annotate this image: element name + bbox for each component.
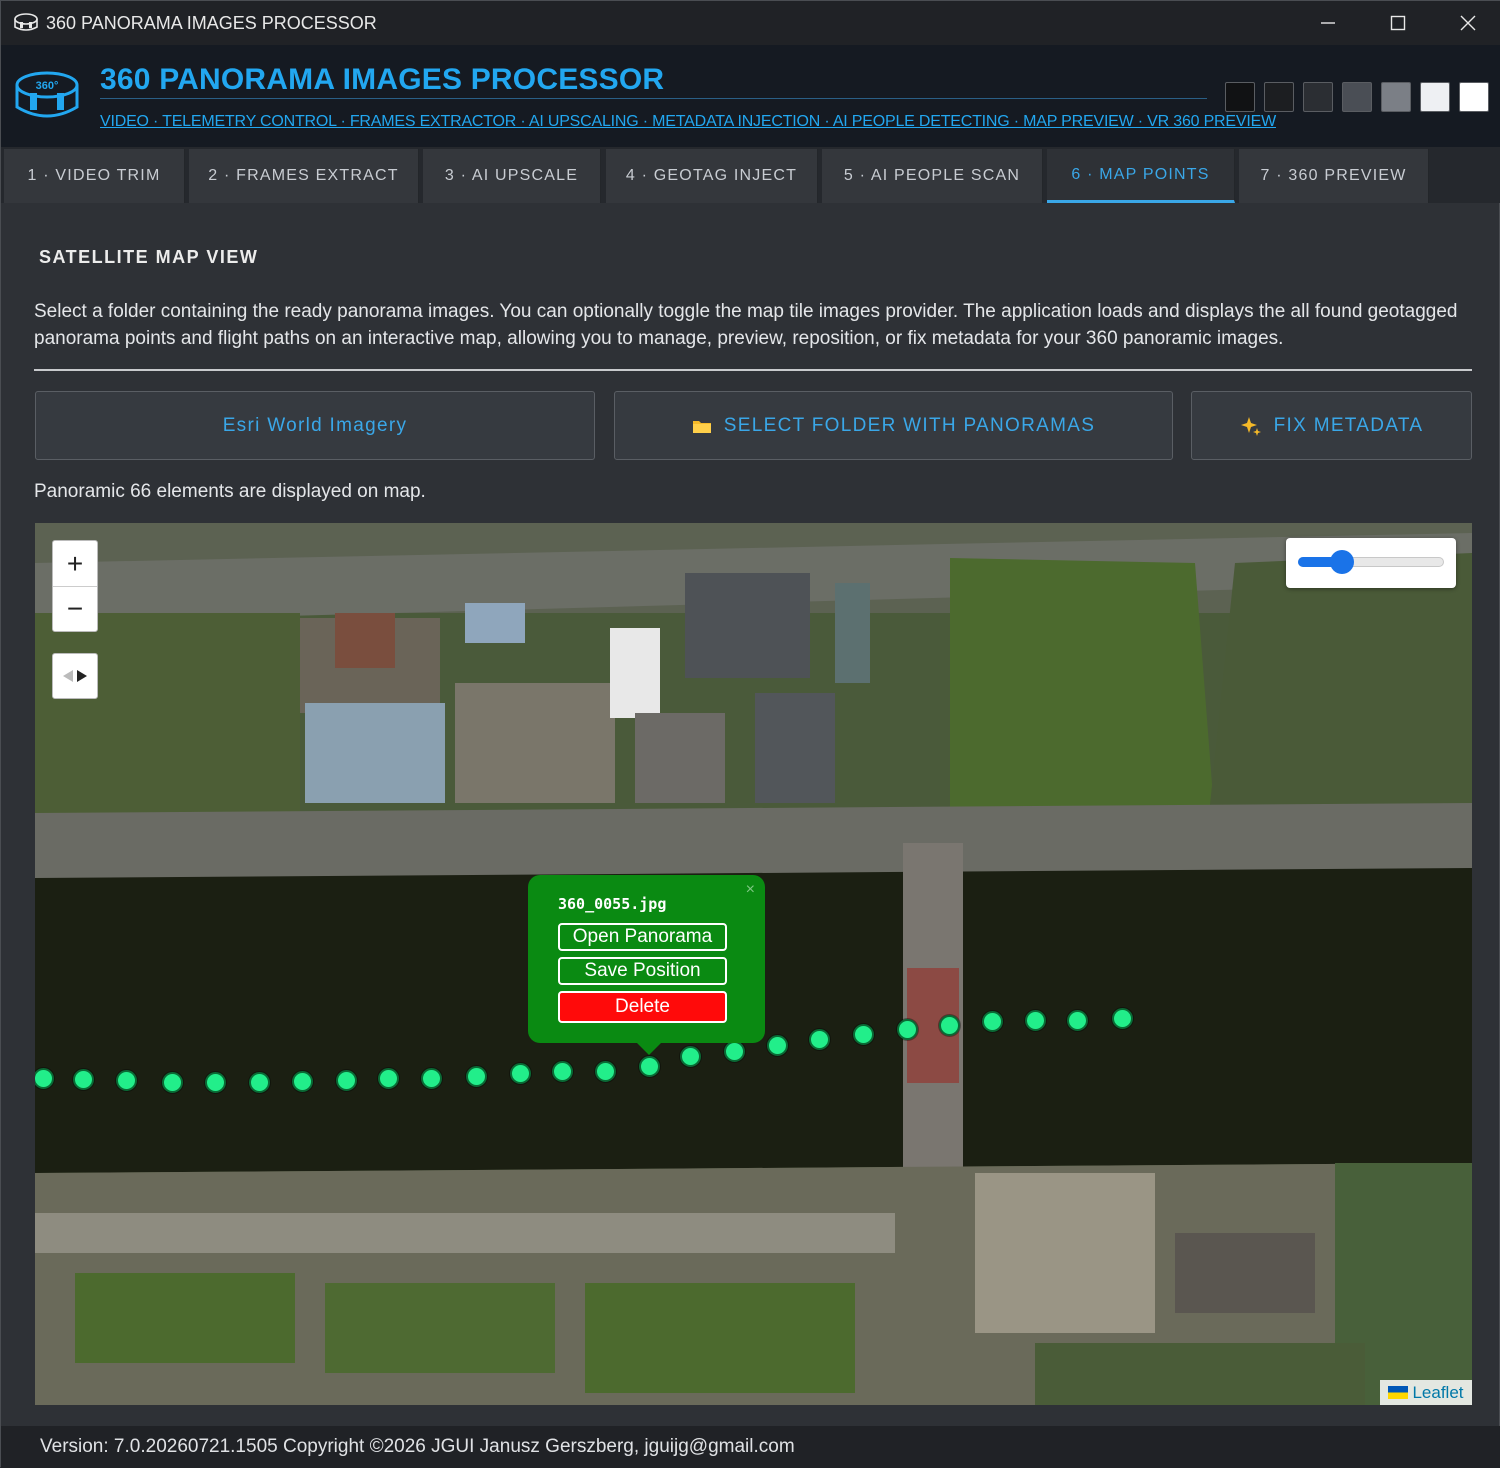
tab-7[interactable]: 7 · 360 PREVIEW: [1239, 149, 1429, 203]
panorama-marker[interactable]: [809, 1029, 830, 1050]
map-provider-label: Esri World Imagery: [222, 414, 408, 436]
logo-text: 360°: [36, 80, 59, 92]
zoom-control: + −: [52, 540, 98, 632]
panorama-marker[interactable]: [378, 1068, 399, 1089]
panorama-marker[interactable]: [116, 1070, 137, 1091]
maximize-icon: [1390, 15, 1406, 31]
theme-swatch[interactable]: [1381, 82, 1411, 112]
app-subtitle[interactable]: VIDEO · TELEMETRY CONTROL · FRAMES EXTRA…: [100, 113, 1276, 131]
app-header: 360° 360 PANORAMA IMAGES PROCESSOR VIDEO…: [1, 45, 1500, 147]
app-logo: 360°: [15, 71, 79, 118]
map-provider-button[interactable]: Esri World Imagery: [35, 391, 595, 460]
popup-tip: [635, 1041, 663, 1055]
panorama-marker[interactable]: [510, 1063, 531, 1084]
panorama-marker[interactable]: [292, 1071, 313, 1092]
panorama-marker[interactable]: [205, 1072, 226, 1093]
app-title: 360 PANORAMA IMAGES PROCESSOR: [100, 63, 665, 96]
panorama-marker[interactable]: [162, 1072, 183, 1093]
sparkles-icon: [1240, 416, 1261, 436]
fix-metadata-label: FIX METADATA: [1273, 414, 1424, 436]
marker-popup: × 360_0055.jpg Open Panorama Save Positi…: [528, 875, 765, 1043]
panorama-marker[interactable]: [421, 1068, 442, 1089]
panorama-marker[interactable]: [552, 1061, 573, 1082]
tab-2[interactable]: 2 · FRAMES EXTRACT: [189, 149, 419, 203]
app-icon: [14, 13, 38, 31]
minimize-button[interactable]: [1293, 1, 1363, 45]
panorama-marker[interactable]: [939, 1015, 960, 1036]
map-status-text: Panoramic 66 elements are displayed on m…: [34, 481, 426, 502]
status-footer: Version: 7.0.20260721.1505 Copyright ©20…: [1, 1426, 1500, 1468]
minimize-icon: [1321, 22, 1335, 24]
swipe-toggle-button[interactable]: [52, 653, 98, 699]
panorama-marker[interactable]: [336, 1070, 357, 1091]
panorama-marker[interactable]: [73, 1069, 94, 1090]
section-title: SATELLITE MAP VIEW: [39, 247, 259, 267]
panorama-marker[interactable]: [897, 1019, 918, 1040]
tab-5[interactable]: 5 · AI PEOPLE SCAN: [822, 149, 1043, 203]
version-text: Version: 7.0.20260721.1505 Copyright ©20…: [40, 1436, 795, 1457]
title-bar[interactable]: 360 PANORAMA IMAGES PROCESSOR: [1, 1, 1500, 45]
header-divider: [100, 98, 1207, 99]
theme-swatch[interactable]: [1264, 82, 1294, 112]
save-position-button[interactable]: Save Position: [558, 957, 727, 985]
tab-4[interactable]: 4 · GEOTAG INJECT: [606, 149, 818, 203]
open-panorama-button[interactable]: Open Panorama: [558, 923, 727, 951]
opacity-panel: [1286, 538, 1456, 588]
app-window: 360 PANORAMA IMAGES PROCESSOR 360° 360 P…: [0, 0, 1500, 1468]
panorama-marker[interactable]: [724, 1041, 745, 1062]
map-attribution[interactable]: Leaflet: [1380, 1380, 1472, 1405]
delete-button[interactable]: Delete: [558, 991, 727, 1023]
panorama-marker[interactable]: [639, 1056, 660, 1077]
theme-swatch[interactable]: [1420, 82, 1450, 112]
folder-icon: [692, 420, 711, 433]
satellite-map[interactable]: + − × 360_0055.jpg Open Panorama Save Po…: [35, 523, 1472, 1405]
select-folder-label: SELECT FOLDER WITH PANORAMAS: [723, 414, 1096, 436]
theme-swatch[interactable]: [1342, 82, 1372, 112]
close-button[interactable]: [1433, 1, 1500, 45]
theme-swatch[interactable]: [1303, 82, 1333, 112]
swipe-arrows-icon: [63, 670, 87, 682]
panorama-marker[interactable]: [1025, 1010, 1046, 1031]
popup-close-button[interactable]: ×: [746, 881, 755, 899]
panorama-marker[interactable]: [853, 1024, 874, 1045]
theme-swatch[interactable]: [1225, 82, 1255, 112]
popup-filename: 360_0055.jpg: [558, 895, 667, 913]
panorama-marker[interactable]: [466, 1066, 487, 1087]
panorama-marker[interactable]: [595, 1061, 616, 1082]
fix-metadata-button[interactable]: FIX METADATA: [1191, 391, 1472, 460]
section-divider: [34, 369, 1472, 371]
tab-1[interactable]: 1 · VIDEO TRIM: [4, 149, 185, 203]
select-folder-button[interactable]: SELECT FOLDER WITH PANORAMAS: [614, 391, 1173, 460]
panorama-marker[interactable]: [982, 1011, 1003, 1032]
panorama-marker[interactable]: [249, 1072, 270, 1093]
panorama-marker[interactable]: [680, 1046, 701, 1067]
close-icon: [1460, 15, 1476, 31]
window-title: 360 PANORAMA IMAGES PROCESSOR: [46, 13, 377, 33]
ukraine-flag-icon: [1388, 1386, 1409, 1399]
theme-swatches: [1225, 82, 1489, 112]
section-description: Select a folder containing the ready pan…: [34, 301, 1458, 349]
maximize-button[interactable]: [1363, 1, 1433, 45]
opacity-slider-thumb[interactable]: [1329, 550, 1354, 574]
panorama-marker[interactable]: [1112, 1008, 1133, 1029]
tab-3[interactable]: 3 · AI UPSCALE: [423, 149, 601, 203]
zoom-in-button[interactable]: +: [53, 541, 97, 586]
panorama-marker[interactable]: [767, 1035, 788, 1056]
panorama-marker[interactable]: [1067, 1010, 1088, 1031]
tab-bar: 1 · VIDEO TRIM 2 · FRAMES EXTRACT 3 · AI U…: [1, 147, 1500, 203]
theme-swatch[interactable]: [1459, 82, 1489, 112]
tab-6[interactable]: 6 · MAP POINTS: [1047, 149, 1235, 203]
zoom-out-button[interactable]: −: [53, 586, 97, 631]
attribution-label: Leaflet: [1412, 1382, 1464, 1402]
